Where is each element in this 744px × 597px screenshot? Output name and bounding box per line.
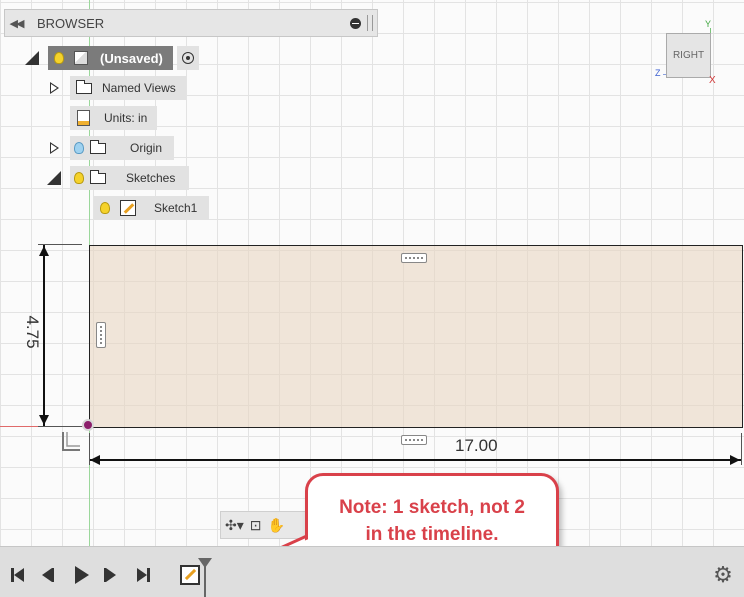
- folder-icon: [90, 169, 106, 184]
- tree-node-sketch1[interactable]: Sketch1: [94, 196, 210, 220]
- sketch-icon: [120, 200, 136, 216]
- go-to-start-icon[interactable]: [11, 566, 24, 584]
- horizontal-constraint-icon[interactable]: [401, 253, 427, 263]
- look-at-icon[interactable]: ⊡: [250, 517, 262, 534]
- gear-icon[interactable]: ⚙: [712, 564, 734, 586]
- viewcube-y-label: Y: [705, 19, 712, 29]
- horizontal-dimension-value[interactable]: 17.00: [455, 436, 498, 456]
- tree-node-label: Named Views: [102, 81, 176, 95]
- tree-node-sketches[interactable]: Sketches: [70, 166, 190, 190]
- previous-step-icon[interactable]: [42, 566, 54, 584]
- activate-component-radio[interactable]: [176, 46, 199, 70]
- tree-node-origin[interactable]: Origin: [70, 136, 175, 160]
- tree-row-sketches: Sketches: [46, 166, 190, 190]
- callout-line-1: Note: 1 sketch, not 2: [339, 497, 525, 518]
- go-to-end-icon[interactable]: [137, 566, 150, 584]
- pan-icon[interactable]: ✋: [268, 517, 285, 534]
- minimize-icon[interactable]: [350, 17, 361, 29]
- tree-node-label: Units: in: [104, 111, 148, 125]
- collapsed-toggle-icon[interactable]: [46, 80, 62, 96]
- timeline-marker-icon[interactable]: [198, 558, 212, 568]
- dimension-arrow-icon: [39, 246, 49, 256]
- dimension-extension-line: [741, 433, 742, 465]
- orbit-icon[interactable]: ✣▾: [225, 517, 244, 534]
- next-step-icon[interactable]: [104, 566, 116, 584]
- horizontal-dimension-line: [90, 459, 741, 461]
- tree-node-label: Sketch1: [154, 201, 198, 215]
- sketch-rectangle-profile[interactable]: [89, 245, 743, 428]
- tree-node-named-views[interactable]: Named Views: [70, 76, 186, 100]
- vertical-dimension-value[interactable]: 4.75: [22, 315, 42, 349]
- tree-row-sketch1: Sketch1: [94, 196, 210, 220]
- collapse-panel-icon[interactable]: ◀◀: [5, 17, 27, 30]
- folder-icon: [76, 79, 92, 94]
- viewcube-x-label: X: [709, 75, 716, 86]
- dimension-arrow-icon: [730, 455, 740, 465]
- viewcube[interactable]: RIGHT: [666, 33, 711, 78]
- tree-node-label: (Unsaved): [100, 50, 163, 66]
- tree-node-label: Origin: [130, 141, 163, 155]
- timeline-sketch-feature-icon[interactable]: [180, 565, 200, 585]
- browser-panel-header: ◀◀ BROWSER: [4, 9, 378, 37]
- component-icon: [74, 51, 88, 65]
- tree-node-root[interactable]: (Unsaved): [48, 46, 173, 70]
- tree-row-units: Units: in: [70, 106, 158, 130]
- expanded-toggle-icon[interactable]: [46, 170, 62, 186]
- visibility-bulb-icon[interactable]: [74, 142, 84, 154]
- tree-row-origin: Origin: [46, 136, 175, 160]
- vertical-dimension-line: [43, 245, 45, 426]
- browser-title: BROWSER: [37, 15, 105, 31]
- visibility-bulb-icon[interactable]: [100, 202, 110, 214]
- tree-node-units[interactable]: Units: in: [70, 106, 158, 130]
- horizontal-constraint-icon[interactable]: [401, 435, 427, 445]
- tree-node-label: Sketches: [126, 171, 176, 185]
- sketch-plane-icon: [62, 432, 80, 451]
- dimension-arrow-icon: [90, 455, 100, 465]
- vertical-constraint-icon[interactable]: [96, 322, 106, 348]
- visibility-bulb-icon[interactable]: [54, 52, 64, 64]
- tree-row-named-views: Named Views: [46, 76, 186, 100]
- panel-grip-icon[interactable]: [367, 15, 373, 31]
- viewcube-z-label: Z: [655, 68, 661, 78]
- units-document-icon: [77, 110, 90, 126]
- play-icon[interactable]: [75, 566, 89, 584]
- viewcube-face-label: RIGHT: [672, 50, 705, 61]
- dimension-extension-line: [38, 426, 82, 427]
- timeline-marker-line[interactable]: [204, 566, 206, 597]
- visibility-bulb-icon[interactable]: [74, 172, 84, 184]
- callout-line-2: in the timeline.: [365, 524, 499, 545]
- collapsed-toggle-icon[interactable]: [46, 140, 62, 156]
- folder-icon: [90, 139, 106, 154]
- tree-row-root: (Unsaved): [24, 46, 199, 70]
- dimension-arrow-icon: [39, 415, 49, 425]
- expanded-toggle-icon[interactable]: [24, 50, 40, 66]
- sketch-origin-point[interactable]: [82, 419, 94, 431]
- navigation-toolbar: ✣▾ ⊡ ✋: [220, 511, 312, 539]
